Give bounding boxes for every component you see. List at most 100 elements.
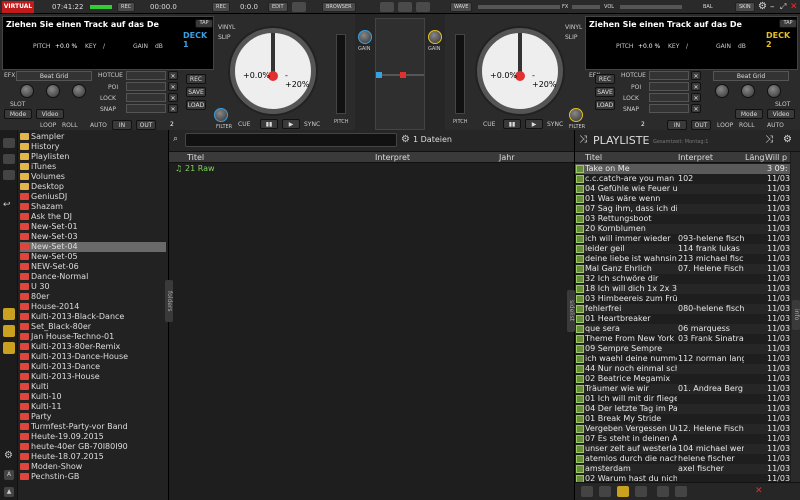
tree-item[interactable]: Kulti-10 bbox=[20, 392, 166, 402]
wave-slider[interactable] bbox=[478, 5, 560, 9]
tree-item[interactable]: New-Set-03 bbox=[20, 232, 166, 242]
tree-item[interactable]: House-2014 bbox=[20, 302, 166, 312]
deck-1-filter-knob[interactable] bbox=[214, 108, 228, 122]
playlist-row[interactable]: unser zelt auf westerland 104 michael wen… bbox=[575, 444, 790, 454]
tree-item[interactable]: New-Set-04 bbox=[20, 242, 166, 252]
playlist-row[interactable]: 01 Break My Stride 11/03 bbox=[575, 414, 790, 424]
edit-button[interactable]: EDIT bbox=[268, 2, 288, 12]
minimize-icon[interactable]: – bbox=[770, 1, 775, 13]
deck-1-jog-wheel[interactable]: +0.0% -+20% bbox=[230, 28, 316, 114]
deck-2-in-button[interactable]: IN bbox=[667, 120, 687, 130]
deck-1-hotcue-3[interactable] bbox=[126, 93, 166, 102]
deck-1-pause-button[interactable]: ▮▮ bbox=[260, 119, 278, 129]
shuffle-icon[interactable]: ⤨ bbox=[579, 134, 587, 145]
tree-item[interactable]: Kulti-2013-80er-Remix bbox=[20, 342, 166, 352]
playlist-row[interactable]: 02 Warum hast du nicht n 11/03 bbox=[575, 474, 790, 482]
playlist-row[interactable]: 04 Gefühle wie Feuer und 11/03 bbox=[575, 184, 790, 194]
tree-item[interactable]: Heute-19.09.2015 bbox=[20, 432, 166, 442]
info-tab[interactable]: info bbox=[792, 300, 800, 330]
deck-1-save-button[interactable]: SAVE bbox=[186, 87, 206, 97]
rec-button[interactable]: REC bbox=[117, 2, 136, 12]
playlist-row[interactable]: ich will immer wieder 093-helene fische 11… bbox=[575, 234, 790, 244]
playlist-row[interactable]: 02 Beatrice Megamix 11/03 bbox=[575, 374, 790, 384]
playlist-row[interactable]: ich waehl deine nummer112 norman lange 11… bbox=[575, 354, 790, 364]
tree-item[interactable]: Pechstin-GB bbox=[20, 472, 166, 482]
playlist-col-will[interactable]: Will p bbox=[765, 152, 787, 163]
tree-item[interactable]: Kulti-2013-Dance bbox=[20, 362, 166, 372]
playlist-row[interactable]: 07 Es steht in deinen Aug 11/03 bbox=[575, 434, 790, 444]
deck-2-hotcue-clear-2[interactable]: ✕ bbox=[691, 82, 701, 91]
deck-2-hotcue-clear-3[interactable]: ✕ bbox=[691, 93, 701, 102]
deck-1-hotcue-clear-1[interactable]: ✕ bbox=[168, 71, 178, 80]
deck-1-load-button[interactable]: LOAD bbox=[186, 100, 206, 110]
tree-item[interactable]: U 30 bbox=[20, 282, 166, 292]
playlist-row[interactable]: 44 Nur noch einmal schla 11/03 bbox=[575, 364, 790, 374]
deck-1-loop-length[interactable]: 2 bbox=[170, 121, 174, 128]
tree-item[interactable]: Turmfest-Party-vor Band bbox=[20, 422, 166, 432]
playlist-settings-gear-icon[interactable]: ⚙ bbox=[783, 134, 792, 145]
deck-1-video-button[interactable]: Video bbox=[36, 109, 64, 119]
playlist-shuffle-icon[interactable]: ⤨ bbox=[765, 134, 773, 145]
tree-item[interactable]: Kulti-2013-House bbox=[20, 372, 166, 382]
playlist-stack-icon[interactable] bbox=[599, 486, 611, 497]
playlist-row[interactable]: Take on Me 3 09: bbox=[575, 164, 790, 174]
tree-item[interactable]: iTunes bbox=[20, 162, 166, 172]
playlist-row[interactable]: deine liebe ist wahnsinn 213 michael fisc… bbox=[575, 254, 790, 264]
deck-2-filter-knob[interactable] bbox=[569, 108, 583, 122]
vol-slider[interactable] bbox=[620, 5, 682, 9]
deck-1-hotcue-4[interactable] bbox=[126, 104, 166, 113]
deck-2-load-button[interactable]: LOAD bbox=[595, 100, 615, 110]
tree-item[interactable]: GeniusDJ bbox=[20, 192, 166, 202]
playlist-col-title[interactable]: Titel bbox=[585, 152, 602, 163]
deck-2-fx-knob-2[interactable] bbox=[741, 84, 755, 98]
folders-tab[interactable]: folders bbox=[165, 280, 173, 322]
tree-item[interactable]: Desktop bbox=[20, 182, 166, 192]
deck-2-fx-select[interactable]: Beat Grid bbox=[713, 71, 789, 81]
tree-item[interactable]: New-Set-01 bbox=[20, 222, 166, 232]
tree-item[interactable]: Set_Black-80er bbox=[20, 322, 166, 332]
playlist-row[interactable]: 04 Der letzte Tag im Para 11/03 bbox=[575, 404, 790, 414]
deck-1-out-button[interactable]: OUT bbox=[136, 120, 156, 130]
browser-button[interactable]: BROWSER bbox=[322, 2, 356, 12]
deck-1-in-button[interactable]: IN bbox=[112, 120, 132, 130]
tree-item[interactable]: Moden-Show bbox=[20, 462, 166, 472]
playlist-row[interactable]: 01 Was wäre wenn 11/03 bbox=[575, 194, 790, 204]
deck-2-hotcue-1[interactable] bbox=[649, 71, 689, 80]
deck-2-out-button[interactable]: OUT bbox=[691, 120, 711, 130]
deck-1-play-button[interactable]: ▶ bbox=[282, 119, 300, 129]
playlist-shuffle-button-icon[interactable] bbox=[617, 486, 629, 497]
tree-item[interactable]: Playlisten bbox=[20, 152, 166, 162]
playlist-add-folder-icon[interactable] bbox=[657, 486, 669, 497]
tree-item[interactable]: Shazam bbox=[20, 202, 166, 212]
deck-2-loop-length[interactable]: 2 bbox=[641, 121, 645, 128]
deck-1-fx-knob-1[interactable] bbox=[20, 84, 34, 98]
deck-1-pitch-slider[interactable] bbox=[336, 34, 346, 114]
playlist-row[interactable]: que sera 06 marquess 11/03 bbox=[575, 324, 790, 334]
deck-1-mode-button[interactable]: Mode bbox=[4, 109, 32, 119]
playlist-row[interactable]: 07 Sag ihm, dass ich dich 11/03 bbox=[575, 204, 790, 214]
deck-1-fx-knob-3[interactable] bbox=[72, 84, 86, 98]
col-header-year[interactable]: Jahr bbox=[499, 152, 515, 163]
wave-button[interactable]: WAVE bbox=[450, 2, 473, 12]
playlist-save-icon[interactable] bbox=[675, 486, 687, 497]
maximize-icon[interactable]: ⤢ bbox=[780, 1, 786, 13]
playlist-row[interactable]: 03 Rettungsboot 11/03 bbox=[575, 214, 790, 224]
tree-item[interactable]: Volumes bbox=[20, 172, 166, 182]
deck-1-tap-button[interactable]: TAP bbox=[195, 19, 213, 28]
playlist-row[interactable]: amsterdam axel fischer 11/03 bbox=[575, 464, 790, 474]
deck-2-hotcue-3[interactable] bbox=[649, 93, 689, 102]
mic-rec-button[interactable]: REC bbox=[212, 2, 231, 12]
deck-2-video-button[interactable]: Video bbox=[767, 109, 795, 119]
sidelist-tab[interactable]: sidelist bbox=[567, 290, 575, 332]
deck-2-hotcue-clear-1[interactable]: ✕ bbox=[691, 71, 701, 80]
playlist-edit-icon[interactable] bbox=[635, 486, 647, 497]
deck-1-hotcue-1[interactable] bbox=[126, 71, 166, 80]
playlist-row[interactable]: fehlerfrei 080-helene fische 11/03 bbox=[575, 304, 790, 314]
deck-1-hotcue-clear-3[interactable]: ✕ bbox=[168, 93, 178, 102]
col-header-title[interactable]: Titel bbox=[187, 152, 204, 163]
tree-item[interactable]: Jan House-Techno-01 bbox=[20, 332, 166, 342]
playlist-close-icon[interactable]: ✕ bbox=[755, 486, 763, 496]
deck-1-fx-select[interactable]: Beat Grid bbox=[16, 71, 92, 81]
deck-2-fx-knob-3[interactable] bbox=[767, 84, 781, 98]
layout-icon[interactable] bbox=[380, 2, 394, 12]
